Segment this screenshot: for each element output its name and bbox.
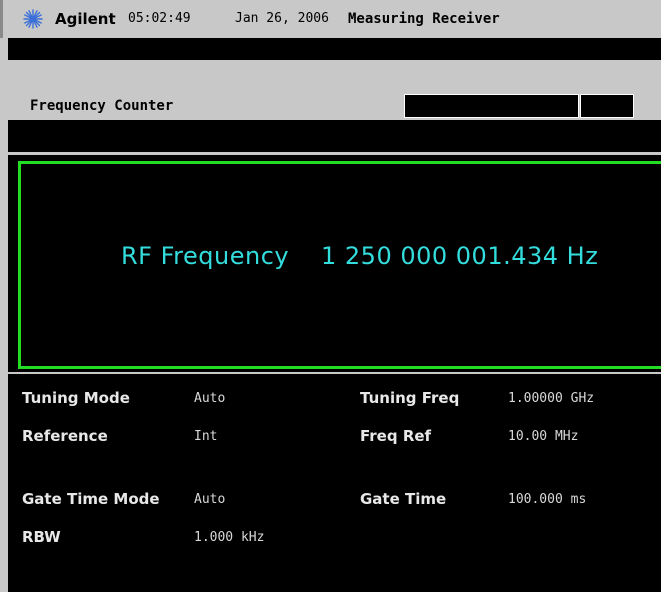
instrument-screen: Agilent 05:02:49 Jan 26, 2006 Measuring … <box>0 0 661 592</box>
result-window: RF Frequency 1 250 000 001.434 Hz <box>8 152 661 372</box>
title-bar: Agilent 05:02:49 Jan 26, 2006 Measuring … <box>0 0 661 38</box>
measurement-title-row: Frequency Counter <box>8 92 661 120</box>
reference-label: Reference <box>22 427 108 445</box>
rbw-label: RBW <box>22 528 61 546</box>
gate-time-mode-label: Gate Time Mode <box>22 490 160 508</box>
gate-time-label: Gate Time <box>360 490 447 508</box>
gate-time-value: 100.000 ms <box>508 492 587 507</box>
clock-time: 05:02:49 <box>128 11 191 26</box>
status-indicator-box <box>404 94 579 118</box>
freq-ref-value: 10.00 MHz <box>508 429 579 444</box>
gate-time-mode-value: Auto <box>194 492 226 507</box>
status-indicator-box-small <box>580 94 634 118</box>
tuning-freq-value: 1.00000 GHz <box>508 391 595 406</box>
mode-title: Measuring Receiver <box>348 11 500 27</box>
measurement-title: Frequency Counter <box>30 98 174 114</box>
result-window-highlight: RF Frequency 1 250 000 001.434 Hz <box>18 161 661 369</box>
tuning-mode-value: Auto <box>194 391 226 406</box>
tuning-freq-label: Tuning Freq <box>360 389 460 407</box>
separator <box>8 60 661 92</box>
agilent-spark-icon <box>23 9 43 29</box>
brand-label: Agilent <box>55 10 116 28</box>
clock-date: Jan 26, 2006 <box>235 11 329 26</box>
rf-frequency-value: 1 250 000 001.434 Hz <box>321 242 599 270</box>
tuning-mode-label: Tuning Mode <box>22 389 130 407</box>
settings-panel: Tuning Mode Auto Tuning Freq 1.00000 GHz… <box>8 374 661 592</box>
reference-value: Int <box>194 429 218 444</box>
annotation-bar <box>8 38 661 60</box>
freq-ref-label: Freq Ref <box>360 427 432 445</box>
rf-frequency-label: RF Frequency <box>121 242 290 270</box>
rbw-value: 1.000 kHz <box>194 530 265 545</box>
status-bar <box>8 120 661 152</box>
